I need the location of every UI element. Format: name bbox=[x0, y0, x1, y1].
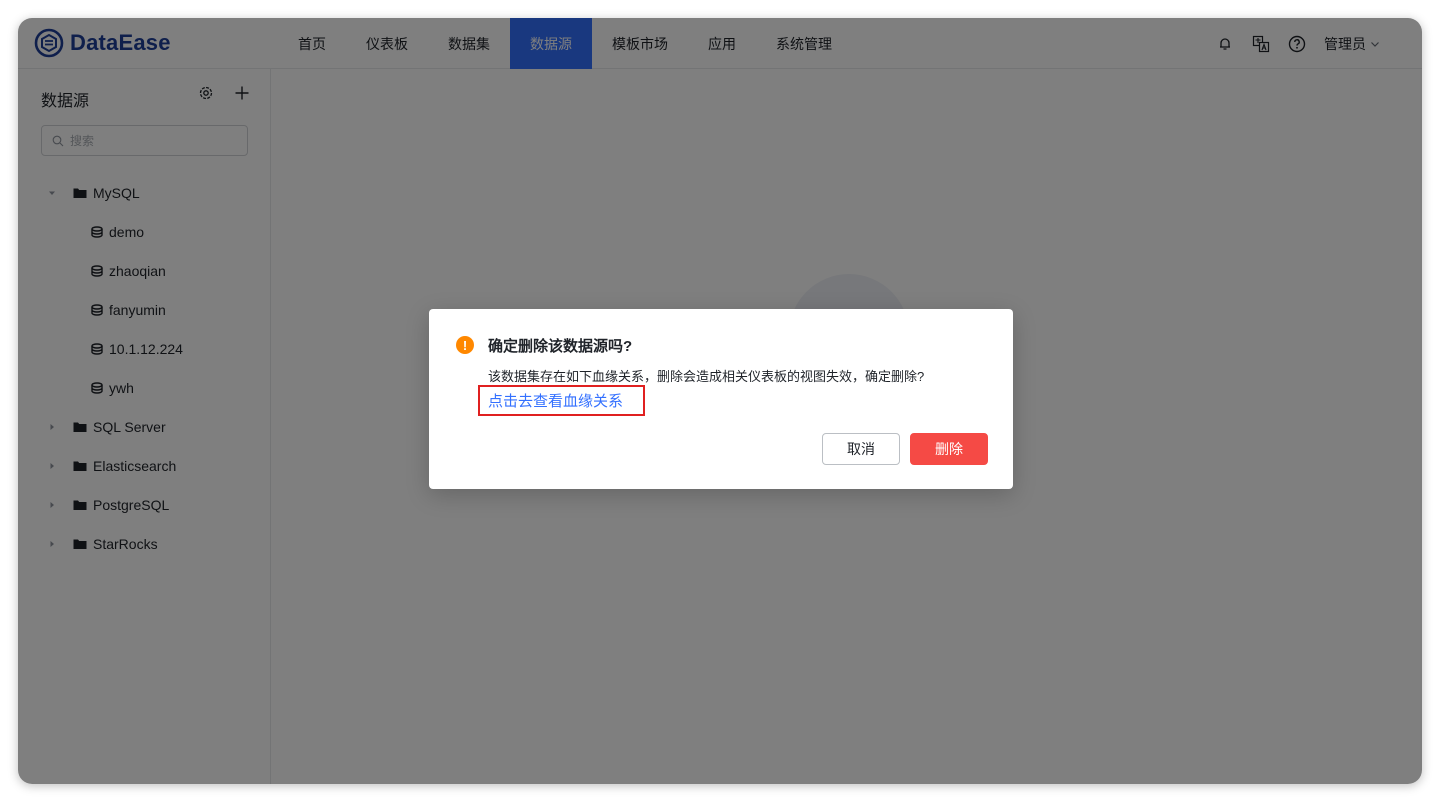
view-lineage-link[interactable]: 点击去查看血缘关系 bbox=[478, 385, 645, 416]
app-window: DataEase 首页 仪表板 数据集 数据源 模板市场 应用 系统管理 管理员 bbox=[18, 18, 1422, 784]
delete-button[interactable]: 删除 bbox=[910, 433, 988, 465]
warning-icon: ! bbox=[456, 336, 474, 354]
cancel-button[interactable]: 取消 bbox=[822, 433, 900, 465]
dialog-title: 确定删除该数据源吗? bbox=[488, 338, 633, 355]
view-lineage-link-text: 点击去查看血缘关系 bbox=[488, 393, 624, 410]
dialog-message: 该数据集存在如下血缘关系，删除会造成相关仪表板的视图失效，确定删除? bbox=[488, 369, 925, 384]
delete-confirm-dialog: ! 确定删除该数据源吗? 该数据集存在如下血缘关系，删除会造成相关仪表板的视图失… bbox=[429, 309, 1013, 489]
